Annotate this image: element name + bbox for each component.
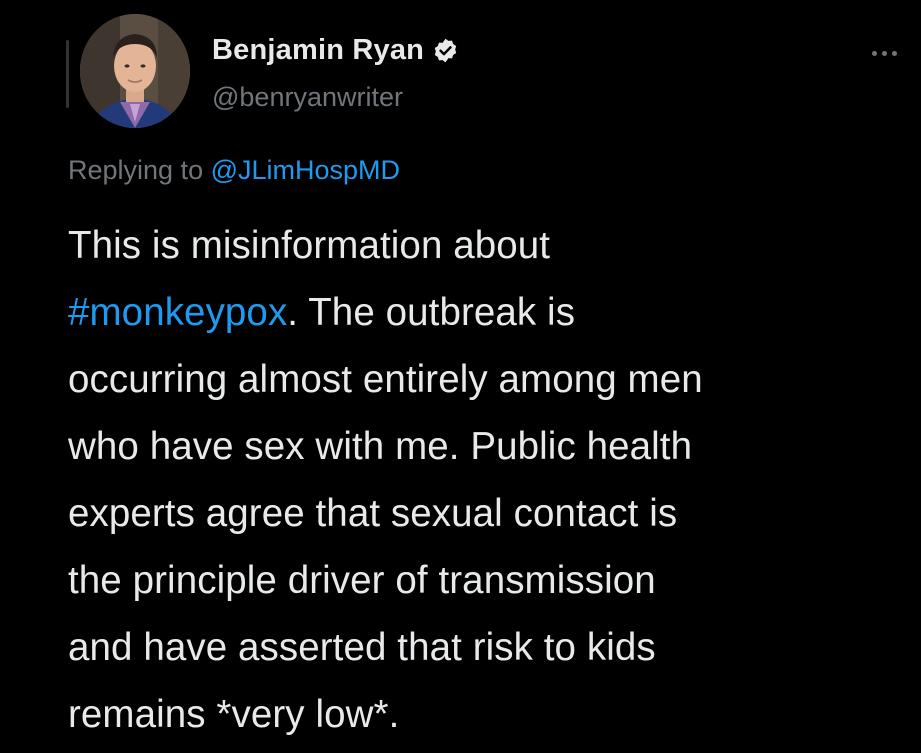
reply-mention-link[interactable]: @JLimHospMD <box>211 155 400 185</box>
tweet-body-line: occurring almost entirely among men <box>68 358 703 401</box>
author-handle[interactable]: @benryanwriter <box>212 82 403 113</box>
verified-badge-icon <box>432 37 459 64</box>
tweet-body-line: experts agree that sexual contact is <box>68 492 678 535</box>
more-horizontal-icon[interactable] <box>872 48 908 58</box>
tweet-body-text: . The outbreak is <box>287 291 576 334</box>
tweet-card: Benjamin Ryan @benryanwriter Replying to… <box>0 0 921 753</box>
hashtag-link[interactable]: #monkeypox <box>68 291 287 334</box>
replying-to-line: Replying to @JLimHospMD <box>68 155 400 186</box>
author-name-row: Benjamin Ryan <box>212 34 459 67</box>
thread-connector-line <box>66 40 69 108</box>
tweet-body-line: and have asserted that risk to kids <box>68 626 656 669</box>
tweet-body-line: the principle driver of transmission <box>68 559 656 602</box>
tweet-body: This is misinformation about #monkeypox.… <box>68 212 908 748</box>
tweet-body-line: #monkeypox. The outbreak is <box>68 279 908 346</box>
replying-to-label: Replying to <box>68 155 211 185</box>
tweet-body-line: who have sex with me. Public health <box>68 425 693 468</box>
avatar[interactable] <box>80 14 190 128</box>
tweet-body-line: This is misinformation about <box>68 224 551 267</box>
avatar-photo <box>80 14 190 128</box>
tweet-body-line: remains *very low*. <box>68 693 400 736</box>
author-display-name[interactable]: Benjamin Ryan <box>212 34 424 67</box>
